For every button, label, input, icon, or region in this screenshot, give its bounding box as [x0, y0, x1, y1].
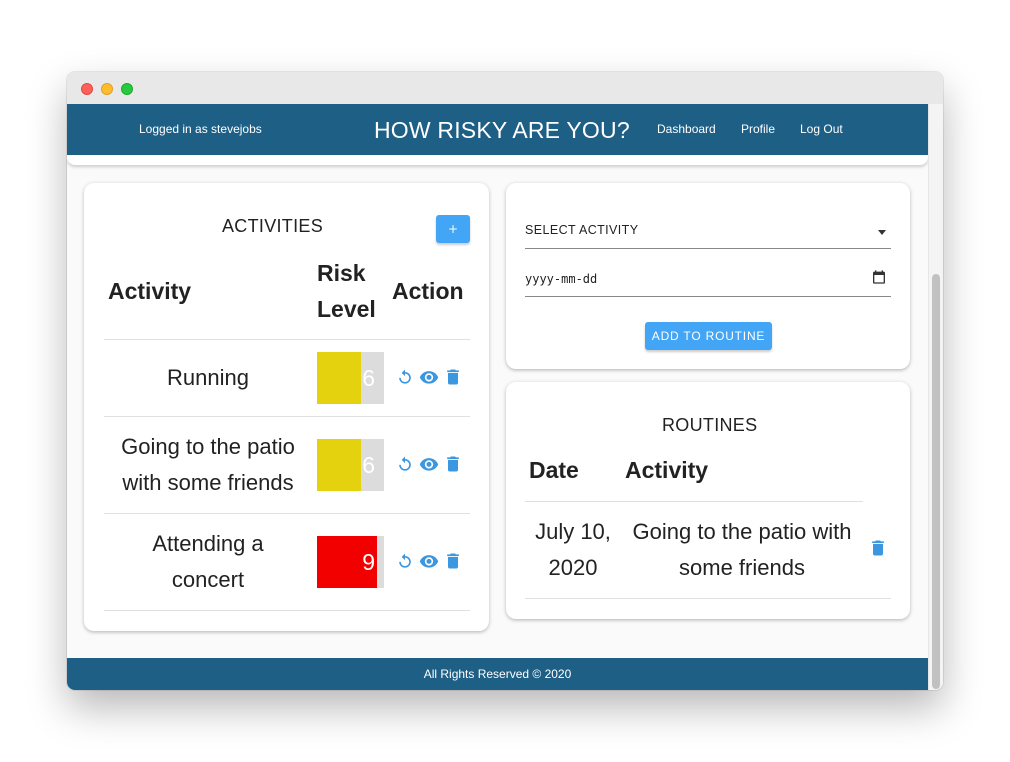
- window-titlebar: [67, 72, 943, 104]
- chevron-down-icon: [878, 230, 886, 235]
- column-header-risk-line1: Risk: [317, 260, 366, 286]
- add-to-routine-button[interactable]: ADD TO ROUTINE: [645, 322, 772, 350]
- header-divider: [525, 501, 863, 502]
- column-header-activity: Activity: [108, 278, 192, 304]
- trash-icon[interactable]: [868, 538, 888, 558]
- scrollbar-thumb[interactable]: [932, 274, 940, 689]
- routine-activity-line1: Going to the patio with: [632, 519, 852, 544]
- risk-level-bar: 9: [317, 536, 384, 588]
- eye-icon[interactable]: [419, 367, 439, 387]
- activity-name-line1: Attending a: [152, 531, 264, 556]
- footer-copyright: All Rights Reserved © 2020: [423, 667, 572, 681]
- risk-level-bar: 6: [317, 439, 384, 491]
- refresh-icon[interactable]: [395, 454, 415, 474]
- risk-level-value: 6: [362, 452, 375, 478]
- activity-name-line1: Going to the patio: [121, 434, 295, 459]
- trash-icon[interactable]: [443, 367, 463, 387]
- navbar-bottom-edge: [67, 155, 928, 165]
- row-divider: [104, 513, 470, 514]
- footer: All Rights Reserved © 2020: [67, 658, 928, 690]
- trash-icon[interactable]: [443, 551, 463, 571]
- date-placeholder: yyyy-mm-dd: [525, 272, 598, 286]
- risk-level-value: 9: [362, 549, 375, 575]
- header-divider: [104, 339, 470, 340]
- eye-icon[interactable]: [419, 551, 439, 571]
- calendar-icon[interactable]: [871, 269, 887, 285]
- row-divider: [104, 416, 470, 417]
- routines-card: ROUTINES Date Activity July 10, 2020 Goi…: [506, 382, 910, 619]
- routine-date-line2: 2020: [548, 555, 598, 580]
- nav-link-dashboard[interactable]: Dashboard: [657, 122, 716, 136]
- refresh-icon[interactable]: [395, 367, 415, 387]
- logged-in-user-text: Logged in as stevejobs: [139, 122, 262, 136]
- risk-level-value: 6: [362, 365, 375, 391]
- row-divider: [104, 610, 470, 611]
- nav-link-logout[interactable]: Log Out: [800, 122, 843, 136]
- select-activity-label: SELECT ACTIVITY: [525, 223, 639, 237]
- nav-link-profile[interactable]: Profile: [741, 122, 775, 136]
- select-underline: [525, 248, 891, 249]
- routines-heading: ROUTINES: [662, 415, 758, 435]
- column-header-activity: Activity: [625, 457, 709, 483]
- page-viewport: Logged in as stevejobs HOW RISKY ARE YOU…: [67, 104, 943, 690]
- refresh-icon[interactable]: [395, 551, 415, 571]
- eye-icon[interactable]: [419, 454, 439, 474]
- close-window-button[interactable]: [81, 83, 93, 95]
- date-underline: [525, 296, 891, 297]
- browser-window: Logged in as stevejobs HOW RISKY ARE YOU…: [67, 72, 943, 690]
- activities-card: ACTIVITIES + Activity Risk Level Action …: [84, 183, 489, 631]
- navbar: Logged in as stevejobs HOW RISKY ARE YOU…: [67, 104, 928, 155]
- activities-heading: ACTIVITIES: [222, 216, 324, 236]
- column-header-risk-line2: Level: [317, 296, 376, 322]
- routine-activity-line2: some friends: [679, 555, 805, 580]
- maximize-window-button[interactable]: [121, 83, 133, 95]
- routine-date-line1: July 10,: [535, 519, 611, 544]
- column-header-action: Action: [392, 278, 464, 304]
- app-title: HOW RISKY ARE YOU?: [374, 117, 630, 143]
- add-activity-button[interactable]: +: [436, 215, 470, 243]
- activity-name-line2: concert: [171, 567, 245, 592]
- minimize-window-button[interactable]: [101, 83, 113, 95]
- activity-name: Running: [167, 365, 249, 390]
- risk-level-bar: 6: [317, 352, 384, 404]
- trash-icon[interactable]: [443, 454, 463, 474]
- activity-name-line2: with some friends: [122, 470, 294, 495]
- column-header-date: Date: [529, 457, 579, 483]
- row-divider: [525, 598, 891, 599]
- add-routine-card: SELECT ACTIVITY yyyy-mm-dd ADD TO ROUTIN…: [506, 183, 910, 369]
